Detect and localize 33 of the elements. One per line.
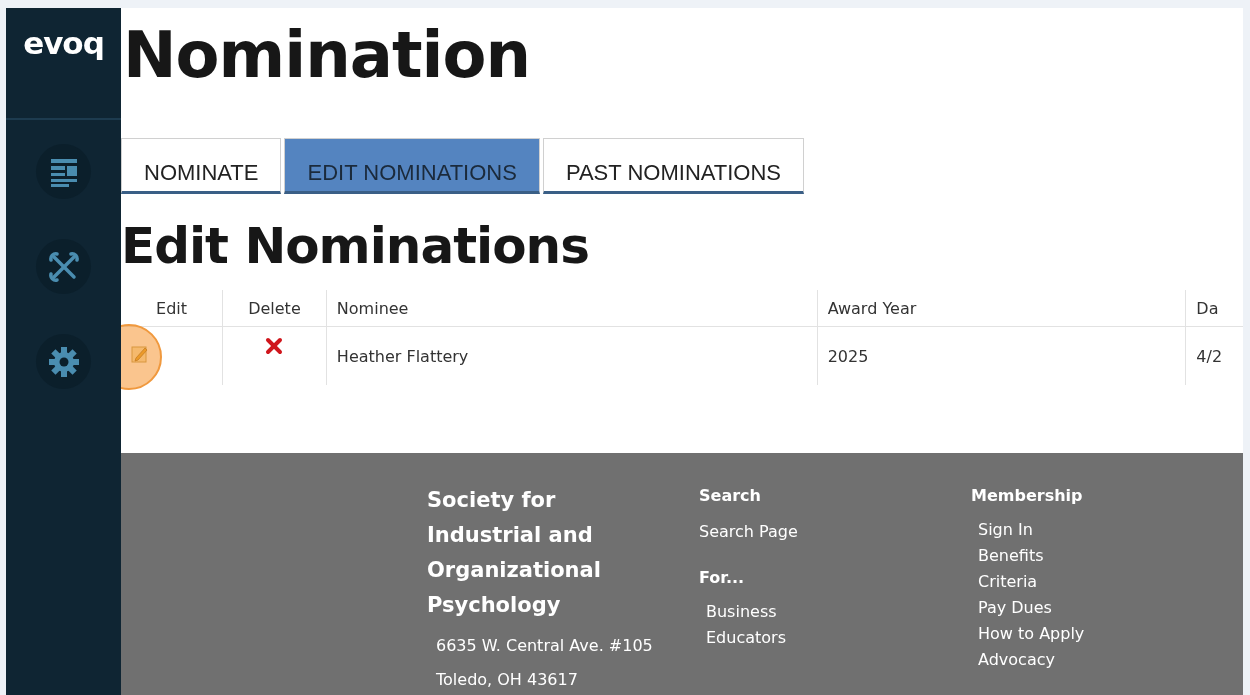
footer-link[interactable]: How to Apply (978, 621, 1243, 647)
settings-icon (47, 345, 80, 378)
page-title: Nomination (122, 17, 531, 90)
footer-link[interactable]: Search Page (699, 519, 971, 545)
section-heading: Edit Nominations (121, 216, 590, 276)
footer-link[interactable]: Sign In (978, 517, 1243, 543)
footer-heading: Search (699, 485, 762, 507)
tab[interactable]: PAST NOMINATIONS (542, 138, 805, 194)
footer-heading: Membership (971, 485, 1084, 507)
column-header: Award Year (817, 290, 1186, 327)
address-line: 6635 W. Central Ave. #105 (436, 635, 654, 657)
table-cell: 2025 (817, 326, 1186, 385)
footer-link[interactable]: Pay Dues (978, 595, 1243, 621)
footer-link[interactable]: Advocacy (978, 647, 1243, 673)
column-header: Edit (121, 290, 223, 327)
address-line: Toledo, OH 43617 (436, 669, 579, 691)
footer-link[interactable]: Business (706, 599, 971, 625)
tab[interactable]: NOMINATE (121, 138, 282, 194)
footer-link[interactable]: Benefits (978, 543, 1243, 569)
evoq-logo[interactable]: evoq (23, 24, 104, 62)
delete-icon[interactable] (265, 337, 284, 355)
table-cell: Heather Flattery (326, 326, 818, 385)
tab[interactable]: EDIT NOMINATIONS (284, 138, 540, 194)
article-icon (48, 156, 79, 187)
column-header: Da (1185, 290, 1243, 327)
footer-heading: For... (699, 567, 746, 589)
footer-link[interactable]: Criteria (978, 569, 1243, 595)
tools-icon (47, 250, 80, 283)
table-cell: 4/2 (1185, 326, 1243, 385)
footer-link[interactable]: Educators (706, 625, 971, 651)
column-header: Nominee (326, 290, 818, 327)
organization-name: Society for Industrial and Organizational Psychology (427, 487, 602, 619)
column-header: Delete (222, 290, 327, 327)
